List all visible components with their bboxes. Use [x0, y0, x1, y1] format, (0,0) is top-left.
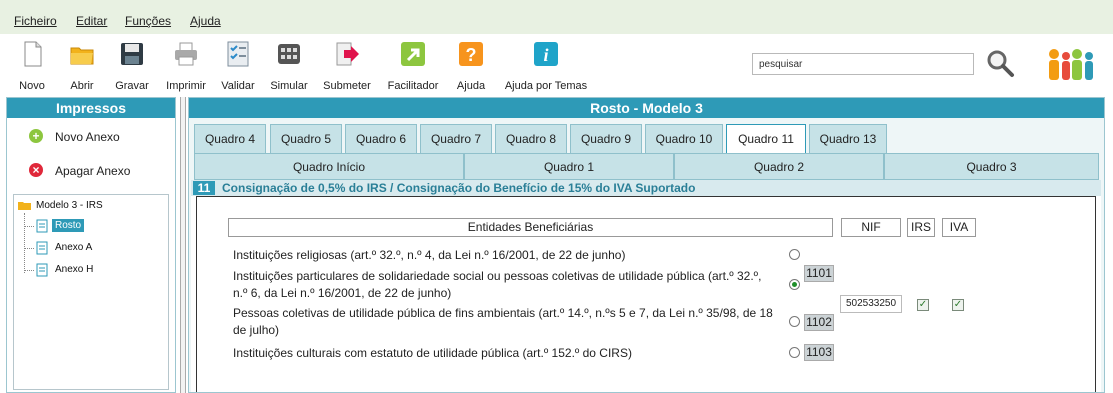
add-icon: + — [29, 129, 43, 143]
tab-quadro-2[interactable]: Quadro 2 — [674, 153, 884, 180]
forms-panel: Impressos + Novo Anexo × Apagar Anexo Mo… — [6, 97, 176, 393]
section-header: 11 Consignação de 0,5% do IRS / Consigna… — [191, 180, 1101, 196]
facilitator-label: Facilitador — [387, 80, 439, 92]
people-group-icon — [1049, 49, 1093, 80]
print-label: Imprimir — [166, 80, 206, 92]
submit-label: Submeter — [323, 80, 371, 92]
search-input[interactable] — [752, 53, 974, 75]
nif-input[interactable]: 502533250 — [840, 295, 902, 313]
entity-cultural-text: Instituições culturais com estatuto de u… — [233, 346, 632, 360]
new-annex-label: Novo Anexo — [55, 130, 120, 144]
tab-quadro-1[interactable]: Quadro 1 — [464, 153, 674, 180]
entity-ipss-text: Instituições particulares de solidarieda… — [233, 269, 762, 300]
search-icon[interactable] — [985, 48, 1015, 78]
tree-line — [24, 213, 25, 273]
validate-label: Validar — [221, 80, 255, 92]
tree-root-modelo3[interactable]: Modelo 3 - IRS — [36, 200, 103, 211]
tree-item-anexo-h[interactable]: Anexo H — [55, 264, 93, 275]
printer-icon — [175, 42, 197, 66]
section-title: Consignação de 0,5% do IRS / Consignação… — [222, 181, 696, 195]
tab-quadro-11[interactable]: Quadro 11 — [726, 124, 806, 154]
tab-quadro-13[interactable]: Quadro 13 — [809, 124, 887, 153]
save-floppy-icon — [121, 43, 143, 65]
validate-checklist-icon — [227, 41, 249, 67]
save-label: Gravar — [115, 80, 149, 92]
forms-tree: Modelo 3 - IRS Rosto Anexo A Anexo H — [13, 194, 169, 390]
help-question-icon: ? — [459, 42, 483, 66]
tab-quadro-9[interactable]: Quadro 9 — [570, 124, 642, 153]
entity-cultural-code: 1103 — [804, 344, 834, 361]
tree-line — [24, 226, 34, 227]
entity-environment-code: 1102 — [804, 314, 834, 331]
tab-quadro-inicio[interactable]: Quadro Início — [194, 153, 464, 180]
tab-quadro-10[interactable]: Quadro 10 — [645, 124, 723, 153]
iva-checkbox[interactable]: ✓ — [952, 299, 964, 311]
tab-quadro-6[interactable]: Quadro 6 — [345, 124, 417, 153]
new-label: Novo — [19, 80, 45, 92]
tree-item-anexo-a[interactable]: Anexo A — [55, 242, 92, 253]
tree-item-rosto[interactable]: Rosto — [52, 219, 85, 232]
document-icon — [36, 241, 48, 255]
main-panel: Rosto - Modelo 3 Quadro 4 Quadro 5 Quadr… — [188, 97, 1105, 393]
entity-religious-radio[interactable] — [789, 249, 800, 260]
tree-line — [24, 270, 34, 271]
help-label: Ajuda — [456, 80, 486, 92]
menu-bar: Ficheiro Editar Funções Ajuda — [0, 0, 1113, 34]
tab-quadro-8[interactable]: Quadro 8 — [495, 124, 567, 153]
menu-editar[interactable]: Editar — [76, 14, 107, 28]
entity-environment-text: Pessoas coletivas de utilidade pública d… — [233, 306, 773, 337]
svg-text:?: ? — [466, 45, 477, 65]
section-box: Entidades Beneficiárias NIF IRS IVA Inst… — [196, 196, 1096, 392]
section-number: 11 — [193, 181, 215, 195]
entity-environment-radio[interactable] — [789, 316, 800, 327]
tab-quadro-3[interactable]: Quadro 3 — [884, 153, 1099, 180]
menu-funcoes[interactable]: Funções — [125, 14, 171, 28]
entity-ipss-radio[interactable] — [789, 279, 800, 290]
help-topics-label: Ajuda por Temas — [504, 80, 588, 92]
submit-arrow-icon — [336, 42, 359, 66]
tab-quadro-5[interactable]: Quadro 5 — [270, 124, 342, 153]
section-content: 11 Consignação de 0,5% do IRS / Consigna… — [191, 180, 1101, 392]
irs-checkbox[interactable]: ✓ — [917, 299, 929, 311]
tree-line — [24, 248, 34, 249]
tab-quadro-7[interactable]: Quadro 7 — [420, 124, 492, 153]
header-nif: NIF — [841, 218, 901, 237]
delete-icon: × — [29, 163, 43, 177]
entity-religious-text: Instituições religiosas (art.º 32.º, n.º… — [233, 248, 626, 262]
facilitator-icon — [401, 42, 425, 66]
document-icon — [36, 263, 48, 277]
open-folder-icon — [18, 202, 31, 210]
menu-ficheiro[interactable]: Ficheiro — [14, 14, 57, 28]
svg-text:i: i — [543, 45, 548, 65]
calculator-icon — [278, 44, 300, 64]
menu-ajuda[interactable]: Ajuda — [190, 14, 221, 28]
forms-panel-title: Impressos — [7, 98, 175, 118]
new-document-icon — [24, 41, 42, 67]
panel-splitter[interactable] — [180, 97, 186, 393]
header-entidades: Entidades Beneficiárias — [228, 218, 833, 237]
info-icon: i — [534, 42, 558, 66]
document-icon — [36, 219, 48, 233]
main-panel-title: Rosto - Modelo 3 — [189, 98, 1104, 118]
header-iva: IVA — [942, 218, 976, 237]
open-folder-icon — [70, 47, 94, 65]
delete-annex-label: Apagar Anexo — [55, 164, 131, 178]
tab-quadro-4[interactable]: Quadro 4 — [194, 124, 266, 153]
open-label: Abrir — [70, 80, 94, 92]
header-irs: IRS — [907, 218, 935, 237]
entity-ipss-code: 1101 — [804, 265, 834, 282]
tabs-row-2: Quadro Início Quadro 1 Quadro 2 Quadro 3 — [194, 153, 1099, 180]
simulate-label: Simular — [270, 80, 308, 92]
entity-cultural-radio[interactable] — [789, 347, 800, 358]
